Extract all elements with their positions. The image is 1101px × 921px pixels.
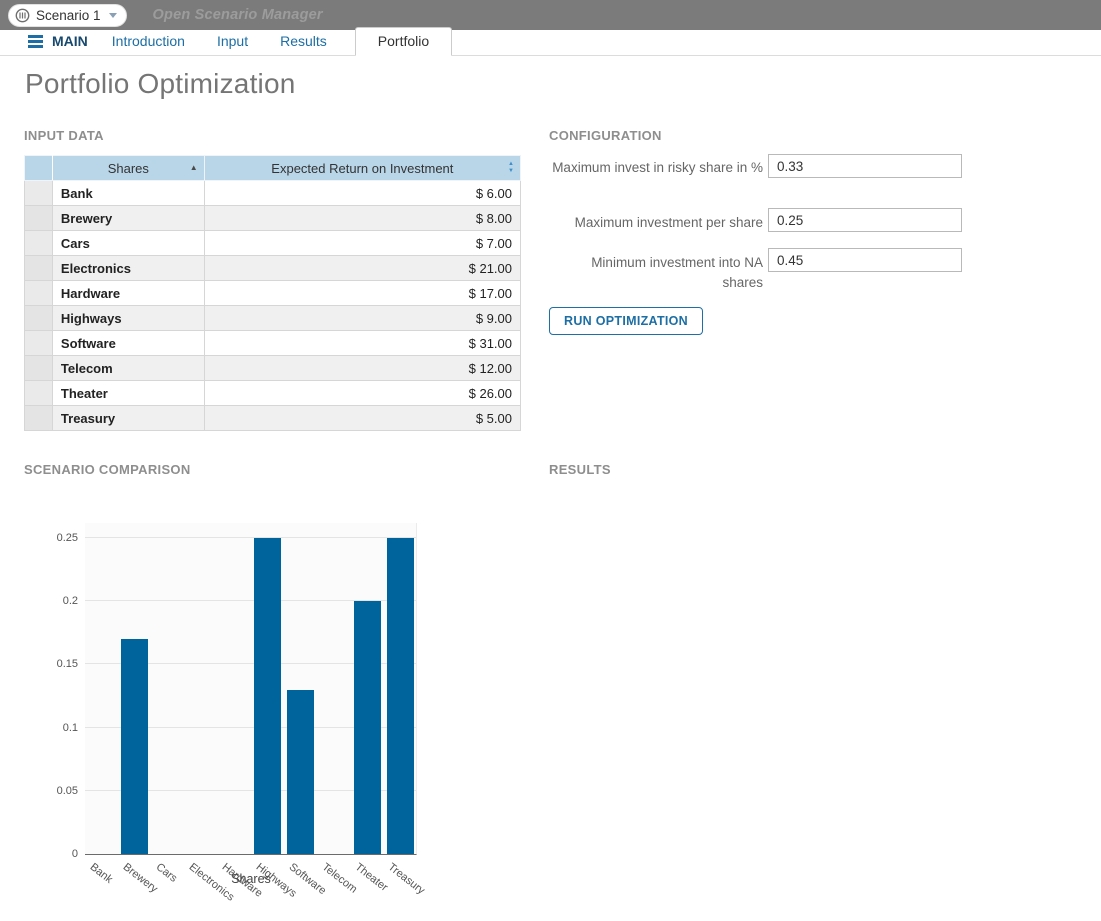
table-row: Telecom$ 12.00 <box>25 356 521 381</box>
max-risky-share-label: Maximum invest in risky share in % <box>549 158 763 178</box>
chart-bar-treasury <box>387 538 414 854</box>
tab-portfolio[interactable]: Portfolio <box>355 27 452 56</box>
chart-y-tick-label: 0.15 <box>40 658 78 670</box>
chart-plot-area <box>85 523 417 855</box>
return-value-cell[interactable]: $ 26.00 <box>204 381 520 406</box>
sort-both-icon: ▲▼ <box>508 161 514 175</box>
row-selector <box>25 181 53 206</box>
share-name: Hardware <box>52 281 204 306</box>
chart-x-tick-label: Bank <box>87 861 114 886</box>
table-header-row: Shares ▲ Expected Return on Investment ▲… <box>25 156 521 181</box>
shares-column-header[interactable]: Shares ▲ <box>52 156 204 181</box>
row-selector <box>25 256 53 281</box>
sort-ascending-icon: ▲ <box>190 164 198 172</box>
shares-column-label: Shares <box>108 161 149 176</box>
chart-bar-highways <box>254 538 281 854</box>
chart-y-tick-label: 0.2 <box>40 595 78 607</box>
table-row: Cars$ 7.00 <box>25 231 521 256</box>
input-data-heading: INPUT DATA <box>24 128 104 143</box>
open-scenario-manager-link[interactable]: Open Scenario Manager <box>153 7 323 23</box>
share-name: Highways <box>52 306 204 331</box>
table-row: Software$ 31.00 <box>25 331 521 356</box>
share-name: Cars <box>52 231 204 256</box>
share-name: Telecom <box>52 356 204 381</box>
table-row: Bank$ 6.00 <box>25 181 521 206</box>
table-row: Highways$ 9.00 <box>25 306 521 331</box>
row-selector <box>25 206 53 231</box>
return-value-cell[interactable]: $ 5.00 <box>204 406 520 431</box>
min-investment-na-shares-label: Minimum investment into NA shares <box>549 253 763 293</box>
scenario-comparison-heading: SCENARIO COMPARISON <box>24 462 191 477</box>
return-value-cell[interactable]: $ 12.00 <box>204 356 520 381</box>
table-row: Treasury$ 5.00 <box>25 406 521 431</box>
tab-introduction[interactable]: Introduction <box>98 33 199 55</box>
configuration-heading: CONFIGURATION <box>549 128 662 143</box>
return-value-cell[interactable]: $ 21.00 <box>204 256 520 281</box>
chart-bar-theater <box>354 601 381 854</box>
return-value-cell[interactable]: $ 6.00 <box>204 181 520 206</box>
chevron-down-icon <box>109 13 117 18</box>
share-name: Treasury <box>52 406 204 431</box>
chart-gridline <box>85 537 416 538</box>
chart-y-tick-label: 0.25 <box>40 532 78 544</box>
hamburger-icon <box>28 35 43 48</box>
tab-main-label: MAIN <box>52 33 88 49</box>
chart-bar-brewery <box>121 639 148 854</box>
table-row: Electronics$ 21.00 <box>25 256 521 281</box>
chart-y-tick-label: 0 <box>40 848 78 860</box>
share-name: Electronics <box>52 256 204 281</box>
return-column-label: Expected Return on Investment <box>271 161 453 176</box>
row-selector <box>25 381 53 406</box>
chart-y-tick-label: 0.05 <box>40 785 78 797</box>
return-value-cell[interactable]: $ 17.00 <box>204 281 520 306</box>
top-bar: Scenario 1 Open Scenario Manager <box>0 0 1101 30</box>
return-value-cell[interactable]: $ 9.00 <box>204 306 520 331</box>
max-investment-per-share-label: Maximum investment per share <box>549 213 763 233</box>
chart-x-tick-label: Cars <box>154 861 180 885</box>
app-window: Scenario 1 Open Scenario Manager MAIN In… <box>0 0 1101 921</box>
row-selector <box>25 306 53 331</box>
input-data-table: Shares ▲ Expected Return on Investment ▲… <box>24 155 521 431</box>
selector-column-header <box>25 156 53 181</box>
return-column-header[interactable]: Expected Return on Investment ▲▼ <box>204 156 520 181</box>
share-name: Brewery <box>52 206 204 231</box>
return-value-cell[interactable]: $ 7.00 <box>204 231 520 256</box>
share-name: Bank <box>52 181 204 206</box>
table-row: Brewery$ 8.00 <box>25 206 521 231</box>
results-heading: RESULTS <box>549 462 611 477</box>
return-value-cell[interactable]: $ 31.00 <box>204 331 520 356</box>
chart-x-tick-label: Theater <box>353 861 390 894</box>
scenario-selector[interactable]: Scenario 1 <box>8 4 127 27</box>
chart-x-tick-label: Treasury <box>386 861 427 897</box>
min-investment-na-shares-input[interactable] <box>768 248 962 272</box>
chart-bar-software <box>287 690 314 854</box>
tab-results[interactable]: Results <box>266 33 341 55</box>
return-value-cell[interactable]: $ 8.00 <box>204 206 520 231</box>
row-selector <box>25 281 53 306</box>
max-investment-per-share-input[interactable] <box>768 208 962 232</box>
run-optimization-button[interactable]: RUN OPTIMIZATION <box>549 307 703 335</box>
table-row: Hardware$ 17.00 <box>25 281 521 306</box>
share-name: Software <box>52 331 204 356</box>
row-selector <box>25 331 53 356</box>
row-selector <box>25 231 53 256</box>
tab-input[interactable]: Input <box>203 33 262 55</box>
scenario-icon <box>15 8 30 23</box>
chart-y-tick-label: 0.1 <box>40 722 78 734</box>
table-row: Theater$ 26.00 <box>25 381 521 406</box>
scenario-name: Scenario 1 <box>36 8 101 23</box>
tab-main[interactable]: MAIN <box>28 33 88 55</box>
row-selector <box>25 406 53 431</box>
tab-bar: MAIN Introduction Input Results Portfoli… <box>0 30 1101 56</box>
max-risky-share-input[interactable] <box>768 154 962 178</box>
chart-x-tick-label: Brewery <box>120 861 159 895</box>
row-selector <box>25 356 53 381</box>
scenario-comparison-chart: Shares 00.050.10.150.20.25BankBreweryCar… <box>40 520 480 915</box>
share-name: Theater <box>52 381 204 406</box>
page-title: Portfolio Optimization <box>25 68 296 100</box>
